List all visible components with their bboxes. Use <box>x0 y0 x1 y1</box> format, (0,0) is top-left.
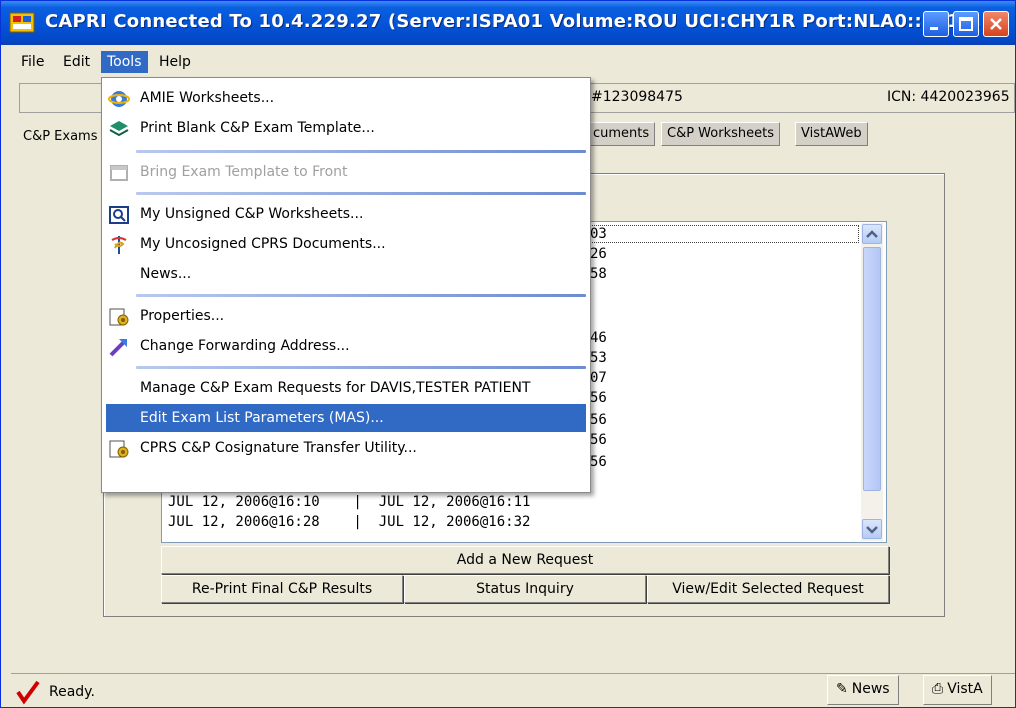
capri-app-icon <box>9 12 35 33</box>
capri-window: CAPRI Connected To 10.4.229.27 (Server:I… <box>0 0 1016 708</box>
menu-item-cosignature-transfer[interactable]: CPRS C&P Cosignature Transfer Utility... <box>106 434 586 462</box>
list-fragment: 56 <box>590 390 607 406</box>
tab-cp-exams[interactable]: C&P Exams <box>19 123 102 151</box>
minimize-button[interactable] <box>923 11 949 37</box>
menu-item-label: Change Forwarding Address... <box>140 338 350 354</box>
list-scrollbar[interactable] <box>861 223 883 541</box>
list-fragment: 56 <box>590 412 607 428</box>
menu-item-label: Bring Exam Template to Front <box>140 164 348 180</box>
reprint-final-results-button[interactable]: Re-Print Final C&P Results <box>161 575 403 603</box>
printer-icon: ⎙ <box>932 681 944 697</box>
menu-item-label: News... <box>140 266 192 282</box>
menu-separator <box>136 150 586 153</box>
menu-item-edit-exam-list-parameters[interactable]: Edit Exam List Parameters (MAS)... <box>106 404 586 432</box>
news-label: News <box>851 681 890 697</box>
list-fragment: 56 <box>590 432 607 448</box>
list-item[interactable]: JUL 12, 2006@16:10 | JUL 12, 2006@16:11 <box>168 494 530 510</box>
menu-file[interactable]: File <box>15 51 50 73</box>
menu-edit[interactable]: Edit <box>57 51 96 73</box>
menu-item-amie-worksheets[interactable]: AMIE Worksheets... <box>106 84 586 112</box>
close-icon <box>990 18 1002 30</box>
view-edit-request-button[interactable]: View/Edit Selected Request <box>647 575 889 603</box>
menu-separator <box>136 192 586 195</box>
vista-button[interactable]: ⎙ VistA <box>923 675 992 705</box>
menu-item-label: Manage C&P Exam Requests for DAVIS,TESTE… <box>140 380 531 396</box>
minimize-icon <box>930 27 938 30</box>
menu-item-print-blank-template[interactable]: Print Blank C&P Exam Template... <box>106 114 586 142</box>
menu-item-manage-exam-requests[interactable]: Manage C&P Exam Requests for DAVIS,TESTE… <box>106 374 586 402</box>
list-fragment: 56 <box>590 454 607 470</box>
list-fragment: 26 <box>590 246 607 262</box>
scroll-thumb[interactable] <box>863 247 881 491</box>
tab-vistaweb[interactable]: VistAWeb <box>795 122 868 146</box>
maximize-button[interactable] <box>953 11 979 37</box>
search-doc-icon <box>109 206 129 224</box>
properties-icon <box>109 308 129 326</box>
title-bar[interactable]: CAPRI Connected To 10.4.229.27 (Server:I… <box>1 1 1015 45</box>
icn-text: ICN: 4420023965 <box>887 89 1010 105</box>
book-icon <box>109 121 129 137</box>
ie-icon <box>108 91 130 107</box>
menu-item-news[interactable]: News... <box>106 260 586 288</box>
chevron-down-icon <box>866 526 878 534</box>
list-fragment: 53 <box>590 350 607 366</box>
menu-item-label: CPRS C&P Cosignature Transfer Utility... <box>140 440 417 456</box>
menu-separator <box>136 366 586 369</box>
list-focus-row <box>589 225 859 243</box>
close-button[interactable] <box>983 11 1009 37</box>
chevron-up-icon <box>866 230 878 238</box>
status-text: Ready. <box>49 684 95 700</box>
maximize-icon <box>959 17 973 31</box>
menu-item-bring-template-front: Bring Exam Template to Front <box>106 158 586 186</box>
properties-icon <box>109 440 129 458</box>
menu-item-label: AMIE Worksheets... <box>140 90 275 106</box>
add-new-request-button[interactable]: Add a New Request <box>161 546 889 574</box>
menu-help[interactable]: Help <box>153 51 197 73</box>
list-fragment: 58 <box>590 266 607 282</box>
menu-bar: File Edit Tools Help <box>1 49 1015 75</box>
menu-item-label: My Uncosigned CPRS Documents... <box>140 236 386 252</box>
scroll-up-button[interactable] <box>862 224 882 244</box>
menu-item-label: Properties... <box>140 308 225 324</box>
checkmark-icon <box>16 680 40 705</box>
vista-label: VistA <box>947 681 983 697</box>
menu-item-label: My Unsigned C&P Worksheets... <box>140 206 364 222</box>
arrow-icon <box>109 339 127 357</box>
news-button[interactable]: ✎ News <box>827 675 899 705</box>
pen-icon: ✎ <box>836 681 848 697</box>
scroll-down-button[interactable] <box>862 519 882 539</box>
menu-item-change-forwarding-address[interactable]: Change Forwarding Address... <box>106 332 586 360</box>
window-icon <box>110 165 128 181</box>
ssn-text: #123098475 <box>591 89 683 105</box>
menu-item-label: Edit Exam List Parameters (MAS)... <box>140 410 384 426</box>
caduceus-icon <box>111 236 127 254</box>
menu-item-properties[interactable]: Properties... <box>106 302 586 330</box>
tab-documents[interactable]: cuments <box>587 122 656 146</box>
window-title: CAPRI Connected To 10.4.229.27 (Server:I… <box>45 11 982 32</box>
menu-separator <box>136 294 586 297</box>
menu-item-unsigned-worksheets[interactable]: My Unsigned C&P Worksheets... <box>106 200 586 228</box>
tools-menu-dropdown: AMIE Worksheets... Print Blank C&P Exam … <box>101 77 591 493</box>
status-inquiry-button[interactable]: Status Inquiry <box>404 575 646 603</box>
menu-tools[interactable]: Tools <box>101 51 148 73</box>
list-fragment: 07 <box>590 370 607 386</box>
tab-cp-worksheets[interactable]: C&P Worksheets <box>661 122 780 146</box>
list-item[interactable]: JUL 12, 2006@16:28 | JUL 12, 2006@16:32 <box>168 514 530 530</box>
list-fragment: 46 <box>590 330 607 346</box>
menu-item-label: Print Blank C&P Exam Template... <box>140 120 375 136</box>
menu-item-uncosigned-documents[interactable]: My Uncosigned CPRS Documents... <box>106 230 586 258</box>
